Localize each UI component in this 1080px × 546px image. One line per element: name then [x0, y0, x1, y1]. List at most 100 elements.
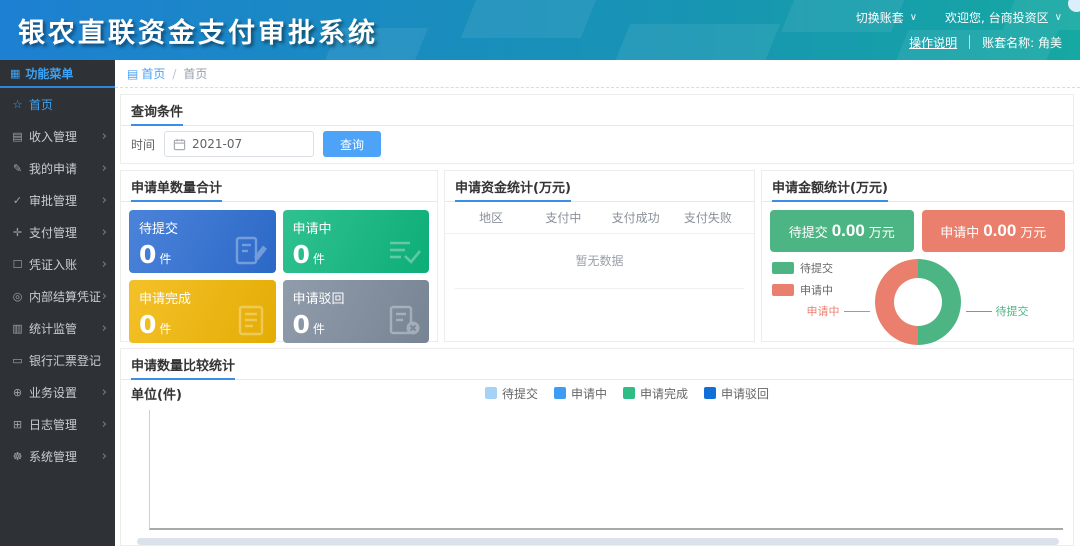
donut-legend: 待提交 申请中 — [772, 260, 833, 304]
chevron-down-icon[interactable]: ∨ — [1055, 12, 1062, 23]
sidebar-item-icon: ▤ — [10, 130, 25, 143]
sidebar-item[interactable]: ▥ 统计监管 › — [0, 312, 115, 344]
sidebar-item[interactable]: ◎ 内部结算凭证 › — [0, 280, 115, 312]
sidebar-item[interactable]: ✓ 审批管理 › — [0, 184, 115, 216]
sidebar-item-label: 收入管理 — [29, 128, 77, 145]
month-picker-value: 2021-07 — [192, 137, 242, 151]
sidebar-item[interactable]: ⊞ 日志管理 › — [0, 408, 115, 440]
calendar-icon — [173, 138, 186, 151]
stat-card-rejected[interactable]: 申请驳回 0件 — [283, 280, 430, 343]
sidebar-item[interactable]: ☐ 凭证入账 › — [0, 248, 115, 280]
stat-card-value: 0 — [139, 240, 156, 269]
legend-label: 待提交 — [800, 260, 833, 276]
fund-table-empty-text: 暂无数据 — [455, 234, 744, 289]
legend-item[interactable]: 申请中 — [772, 282, 833, 298]
stat-card-value: 0 — [293, 310, 310, 339]
legend-swatch — [704, 387, 716, 399]
sidebar-item[interactable]: ☸ 系统管理 › — [0, 440, 115, 472]
sidebar-item-label: 银行汇票登记 — [29, 352, 101, 369]
fund-table-header: 地区支付中支付成功支付失败 — [445, 202, 754, 234]
fund-stats-panel: 申请资金统计(万元) 地区支付中支付成功支付失败 暂无数据 — [444, 170, 755, 342]
in-progress-amount-button[interactable]: 申请中0.00万元 — [922, 210, 1066, 252]
chevron-right-icon: › — [102, 129, 107, 144]
search-button[interactable]: 查询 — [323, 131, 381, 157]
sidebar-item-label: 业务设置 — [29, 384, 77, 401]
home-doc-icon: ▤ — [127, 67, 138, 81]
chevron-right-icon: › — [102, 193, 107, 208]
fund-table-column: 地区 — [455, 209, 527, 226]
legend-item[interactable]: 申请中 — [554, 385, 607, 402]
sidebar-item[interactable]: ✎ 我的申请 › — [0, 152, 115, 184]
sidebar-item-label: 内部结算凭证 — [29, 288, 101, 305]
stat-card-unit: 件 — [159, 322, 171, 336]
fund-stats-panel-title: 申请资金统计(万元) — [445, 171, 754, 202]
sidebar-item-icon: ▥ — [10, 322, 25, 335]
stat-card-pending-submit[interactable]: 待提交 0件 — [129, 210, 276, 273]
stat-card-value: 0 — [139, 310, 156, 339]
compare-stats-panel: 申请数量比较统计 单位(件) 待提交 — [120, 348, 1074, 546]
chart-horizontal-scrollbar[interactable] — [137, 538, 1059, 545]
legend-item[interactable]: 待提交 — [772, 260, 833, 276]
sidebar-item[interactable]: ⊕ 业务设置 › — [0, 376, 115, 408]
legend-label: 申请完成 — [640, 385, 688, 402]
chevron-right-icon: › — [102, 257, 107, 272]
app-header: 银农直联资金支付审批系统 切换账套 ∨ 欢迎您, 台商投资区 ∨ 操作说明 账套… — [0, 0, 1080, 60]
sidebar-item-label: 系统管理 — [29, 448, 77, 465]
sidebar-menu-header: ▦ 功能菜单 — [0, 60, 115, 88]
legend-item[interactable]: 申请驳回 — [704, 385, 769, 402]
month-picker-input[interactable]: 2021-07 — [164, 131, 314, 157]
legend-item[interactable]: 申请完成 — [623, 385, 688, 402]
bar-chart-plot-area — [149, 410, 1063, 530]
stat-card-in-progress[interactable]: 申请中 0件 — [283, 210, 430, 273]
sidebar-item[interactable]: ☆ 首页 — [0, 88, 115, 120]
operation-guide-link[interactable]: 操作说明 — [909, 34, 957, 51]
sidebar-item[interactable]: ▤ 收入管理 › — [0, 120, 115, 152]
document-lines-icon — [233, 302, 269, 338]
breadcrumb-current: 首页 — [183, 65, 207, 82]
compare-chart-legend: 待提交 申请中 申请完成 — [485, 385, 769, 402]
sidebar-item-icon: ☐ — [10, 258, 25, 271]
sidebar-item[interactable]: ✛ 支付管理 › — [0, 216, 115, 248]
stat-card-unit: 件 — [313, 252, 325, 266]
edit-document-icon — [233, 232, 269, 268]
breadcrumb-home-link[interactable]: ▤ 首页 — [127, 65, 165, 82]
sidebar-item-icon: ✎ — [10, 162, 25, 175]
legend-swatch — [772, 284, 794, 296]
stat-card-unit: 件 — [313, 322, 325, 336]
sidebar-item-label: 支付管理 — [29, 224, 77, 241]
sidebar-item[interactable]: ▭ 银行汇票登记 — [0, 344, 115, 376]
stat-card-value: 0 — [293, 240, 310, 269]
legend-swatch — [554, 387, 566, 399]
welcome-user-dropdown[interactable]: 欢迎您, 台商投资区 — [945, 9, 1049, 26]
compare-stats-panel-title: 申请数量比较统计 — [121, 349, 1073, 380]
sidebar-item-label: 统计监管 — [29, 320, 77, 337]
donut-label-in-progress: 申请中 — [807, 303, 870, 319]
legend-label: 申请中 — [571, 385, 607, 402]
chevron-right-icon: › — [102, 161, 107, 176]
sidebar-item-label: 凭证入账 — [29, 256, 77, 273]
sidebar-item-label: 审批管理 — [29, 192, 77, 209]
legend-item[interactable]: 待提交 — [485, 385, 538, 402]
switch-account-dropdown[interactable]: 切换账套 — [856, 9, 904, 26]
chevron-down-icon[interactable]: ∨ — [910, 12, 917, 23]
sidebar-item-icon: ▭ — [10, 354, 25, 367]
breadcrumb-home-label: 首页 — [141, 65, 165, 82]
chevron-right-icon: › — [102, 449, 107, 464]
pending-amount-button[interactable]: 待提交0.00万元 — [770, 210, 914, 252]
legend-label: 待提交 — [502, 385, 538, 402]
sidebar: ▦ 功能菜单 ☆ 首页 ▤ 收入管理 › ✎ 我的申请 — [0, 60, 115, 546]
query-panel-title: 查询条件 — [121, 95, 1073, 126]
amount-stats-panel-title: 申请金额统计(万元) — [762, 171, 1073, 202]
header-decoration — [610, 24, 780, 60]
fund-table-column: 支付中 — [527, 209, 599, 226]
sidebar-item-label: 首页 — [29, 96, 53, 113]
request-count-panel-title: 申请单数量合计 — [121, 171, 437, 202]
sidebar-item-icon: ☆ — [10, 98, 25, 111]
document-reject-icon — [386, 302, 422, 338]
list-check-icon — [386, 232, 422, 268]
sidebar-item-icon: ◎ — [10, 290, 25, 303]
chevron-right-icon: › — [102, 225, 107, 240]
stat-card-completed[interactable]: 申请完成 0件 — [129, 280, 276, 343]
chevron-right-icon: › — [102, 417, 107, 432]
legend-label: 申请驳回 — [721, 385, 769, 402]
